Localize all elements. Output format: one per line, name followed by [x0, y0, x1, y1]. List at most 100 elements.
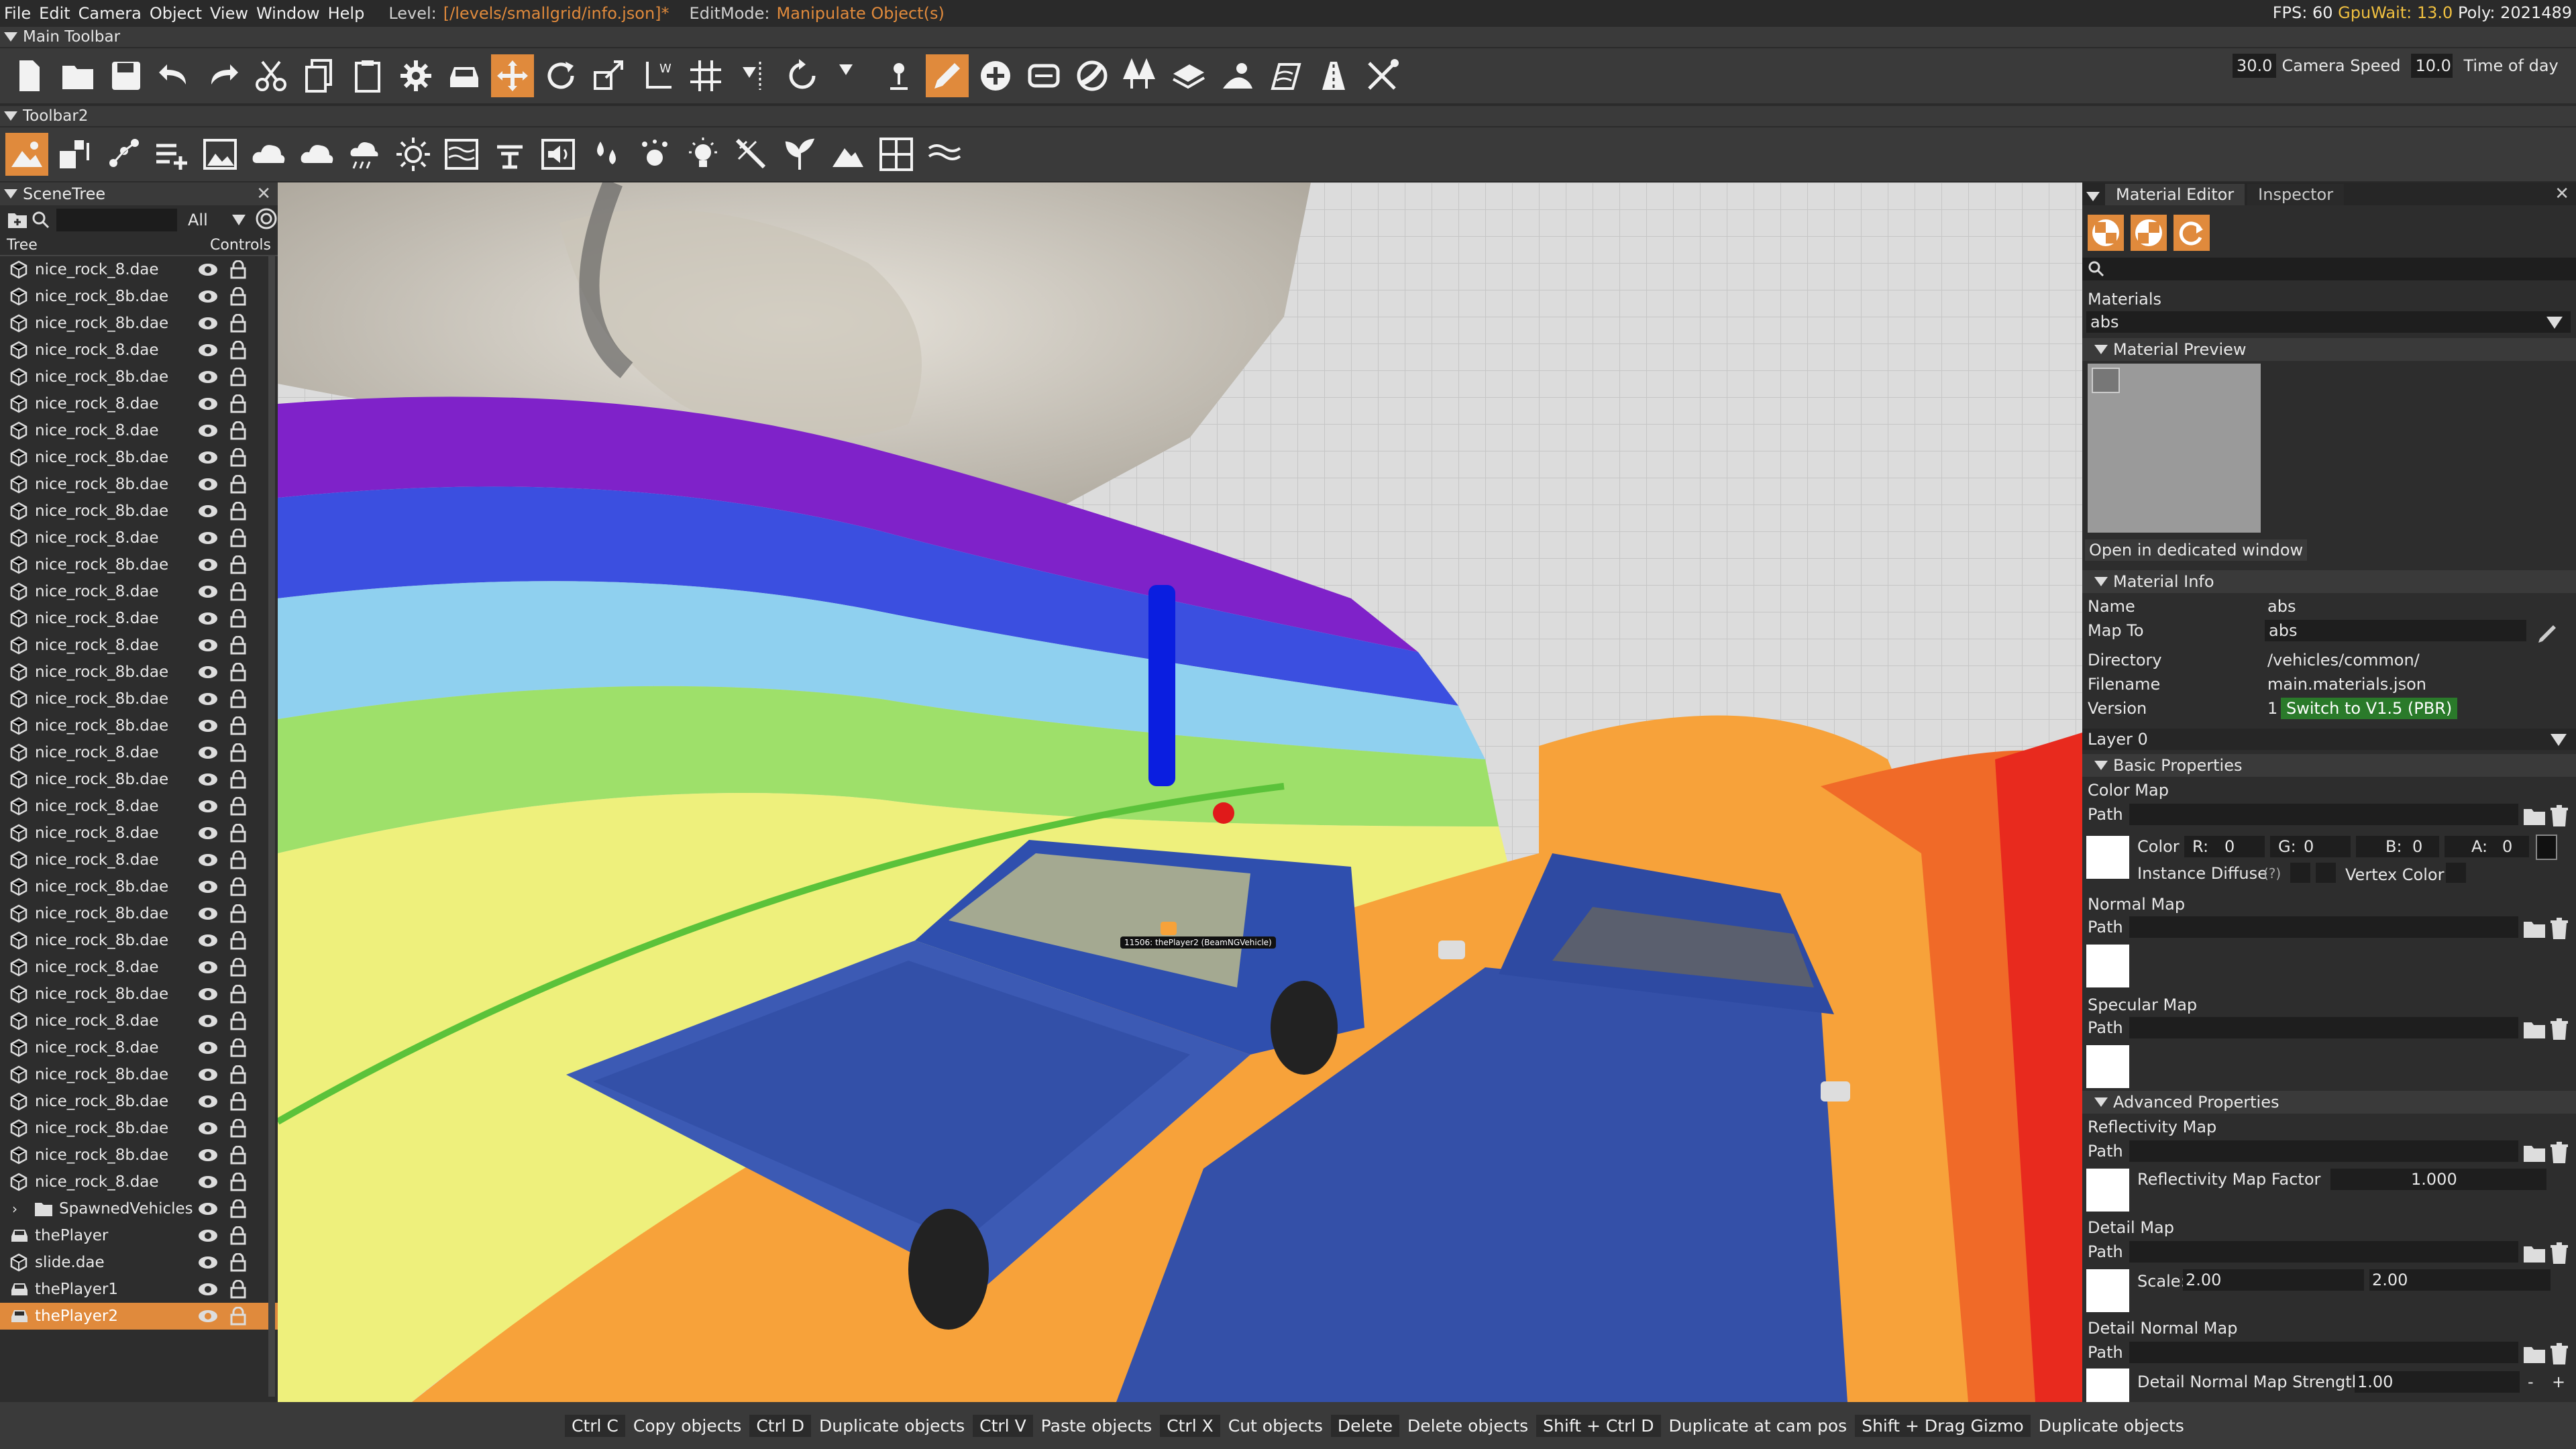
lock-icon[interactable] — [229, 716, 247, 739]
tree-row[interactable]: nice_rock_8b.dae — [0, 283, 278, 310]
rotate-snap-button[interactable] — [781, 54, 824, 97]
lock-icon[interactable] — [229, 340, 247, 364]
eye-icon[interactable] — [197, 503, 219, 523]
tools-button[interactable] — [1360, 54, 1403, 97]
eye-icon[interactable] — [197, 1147, 219, 1167]
eye-icon[interactable] — [197, 530, 219, 550]
folder-icon[interactable] — [2522, 1140, 2546, 1165]
filter-select[interactable]: All — [188, 211, 228, 229]
increment-button[interactable]: + — [2552, 1373, 2565, 1391]
collapse-triangle-icon[interactable] — [4, 189, 17, 199]
eye-icon[interactable] — [197, 1067, 219, 1087]
collapse-triangle-icon[interactable] — [2086, 192, 2100, 201]
tree-row[interactable]: nice_rock_8.dae — [0, 954, 278, 981]
time-of-day-field[interactable]: 10.0 — [2411, 54, 2453, 78]
eye-icon[interactable] — [197, 1120, 219, 1140]
waves-button[interactable] — [923, 133, 966, 176]
snap-down-button[interactable] — [829, 54, 872, 97]
drops-button[interactable] — [585, 133, 628, 176]
tree-row[interactable]: nice_rock_8.dae — [0, 1169, 278, 1195]
list-add-button[interactable] — [150, 133, 193, 176]
menu-help[interactable]: Help — [324, 4, 369, 23]
tab-inspector[interactable]: Inspector — [2247, 184, 2345, 205]
tree-row[interactable]: nice_rock_8b.dae — [0, 981, 278, 1008]
tree-row[interactable]: nice_rock_8b.dae — [0, 766, 278, 793]
switch-pbr-button[interactable]: Switch to V1.5 (PBR) — [2281, 698, 2458, 719]
eye-icon[interactable] — [197, 664, 219, 684]
eye-icon[interactable] — [197, 852, 219, 872]
tree-row[interactable]: nice_rock_8b.dae — [0, 310, 278, 337]
eye-icon[interactable] — [197, 262, 219, 282]
tree-row[interactable]: nice_rock_8b.dae — [0, 498, 278, 525]
road-button[interactable] — [1022, 54, 1065, 97]
lock-icon[interactable] — [229, 957, 247, 981]
trash-icon[interactable] — [2546, 804, 2571, 828]
cloud2-button[interactable] — [295, 133, 338, 176]
lock-icon[interactable] — [229, 1065, 247, 1088]
eye-icon[interactable] — [197, 1254, 219, 1275]
close-icon[interactable]: ✕ — [2555, 184, 2569, 204]
tab-material-editor[interactable]: Material Editor — [2105, 184, 2245, 205]
shape-button[interactable] — [54, 133, 97, 176]
instance-diffuse-checkbox[interactable] — [2290, 863, 2310, 883]
eye-icon[interactable] — [197, 906, 219, 926]
pencil-icon[interactable] — [2536, 620, 2560, 644]
lock-icon[interactable] — [229, 394, 247, 417]
color-r-field[interactable]: R: 0 — [2184, 836, 2265, 857]
plant-button[interactable] — [778, 133, 821, 176]
eye-icon[interactable] — [197, 1228, 219, 1248]
lock-icon[interactable] — [229, 1038, 247, 1061]
lock-icon[interactable] — [229, 662, 247, 686]
folder-icon[interactable] — [2522, 1017, 2546, 1041]
tree-row[interactable]: nice_rock_8b.dae — [0, 659, 278, 686]
open-folder-button[interactable] — [56, 54, 99, 97]
folder-icon[interactable] — [2522, 1241, 2546, 1265]
camera-speed-field[interactable]: 30.0 — [2233, 54, 2277, 78]
tree-row[interactable]: nice_rock_8.dae — [0, 525, 278, 551]
eye-icon[interactable] — [197, 718, 219, 738]
undo-button[interactable] — [153, 54, 196, 97]
folder-icon[interactable] — [2522, 916, 2546, 941]
lock-icon[interactable] — [229, 367, 247, 390]
tree-row[interactable]: nice_rock_8.dae — [0, 632, 278, 659]
lock-icon[interactable] — [229, 286, 247, 310]
world-axis-button[interactable]: W — [636, 54, 679, 97]
lock-icon[interactable] — [229, 260, 247, 283]
material-search-input[interactable] — [2082, 258, 2576, 280]
tree-row[interactable]: nice_rock_8.dae — [0, 1008, 278, 1034]
eye-icon[interactable] — [197, 610, 219, 631]
detail-normal-map-path-input[interactable] — [2129, 1342, 2518, 1363]
lock-icon[interactable] — [229, 447, 247, 471]
tree-row[interactable]: thePlayer2 — [0, 1303, 278, 1330]
detail-map-path-input[interactable] — [2129, 1241, 2518, 1263]
tree-row[interactable]: nice_rock_8b.dae — [0, 873, 278, 900]
eye-icon[interactable] — [197, 1308, 219, 1328]
eye-icon[interactable] — [197, 879, 219, 899]
tree-row[interactable]: nice_rock_8.dae — [0, 605, 278, 632]
grid-button[interactable] — [875, 133, 918, 176]
materials-select[interactable]: abs — [2086, 311, 2571, 333]
tree-row[interactable]: nice_rock_8.dae — [0, 847, 278, 873]
material-checker-button[interactable] — [2088, 215, 2124, 251]
color-swatch[interactable] — [2536, 835, 2557, 860]
decrement-button[interactable]: - — [2528, 1373, 2534, 1391]
fountain-button[interactable] — [488, 133, 531, 176]
normal-map-path-input[interactable] — [2129, 916, 2518, 938]
tree-row[interactable]: nice_rock_8.dae — [0, 390, 278, 417]
decal-button[interactable] — [1167, 54, 1210, 97]
lock-icon[interactable] — [229, 743, 247, 766]
reflectivity-map-thumbnail[interactable] — [2086, 1169, 2129, 1212]
color-map-path-input[interactable] — [2129, 804, 2518, 825]
3d-viewport[interactable]: 11506: thePlayer2 (BeamNGVehicle) — [278, 182, 2082, 1402]
lock-icon[interactable] — [229, 823, 247, 847]
add-folder-icon[interactable] — [5, 208, 30, 232]
scene-tree-scrollbar[interactable] — [268, 256, 275, 1397]
menu-edit[interactable]: Edit — [35, 4, 74, 23]
eye-icon[interactable] — [197, 288, 219, 309]
eye-icon[interactable] — [197, 745, 219, 765]
road-lane-button[interactable] — [1312, 54, 1355, 97]
eye-icon[interactable] — [197, 557, 219, 577]
vehicle-label[interactable]: 11506: thePlayer2 (BeamNGVehicle) — [1120, 936, 1276, 949]
eye-icon[interactable] — [197, 637, 219, 657]
lock-icon[interactable] — [229, 582, 247, 605]
